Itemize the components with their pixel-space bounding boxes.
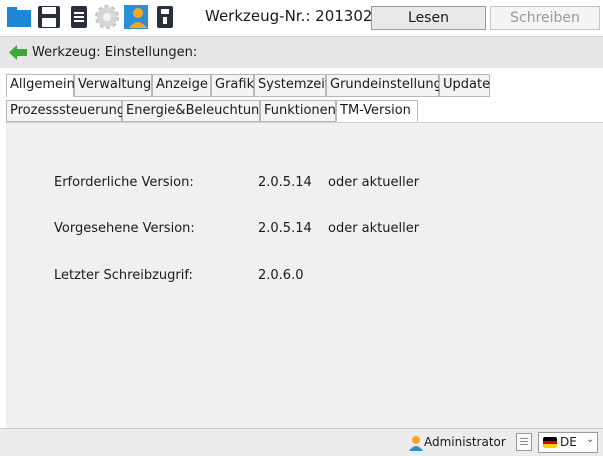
usb-drive-icon[interactable] [152, 4, 178, 30]
planned-version-suffix: oder aktueller [328, 221, 420, 236]
document-icon[interactable] [516, 433, 532, 451]
chevron-down-icon: ⌄ [586, 434, 595, 445]
version-panel: Erforderliche Version: 2.0.5.14 oder akt… [6, 122, 603, 428]
write-button[interactable]: Schreiben [490, 6, 600, 30]
required-version-value: 2.0.5.14 [258, 175, 312, 190]
tab-prozesssteuerung[interactable]: Prozesssteuerung [6, 100, 125, 122]
secondary-tab-bar: Prozesssteuerung Energie&Beleuchtung Fun… [0, 100, 603, 122]
tab-funktionen[interactable]: Funktionen [260, 100, 336, 122]
tab-systemzeit[interactable]: Systemzeit [254, 74, 330, 97]
tab-update[interactable]: Update [439, 74, 490, 97]
tab-allgemein[interactable]: Allgemein [6, 74, 75, 97]
breadcrumb-text: Werkzeug: Einstellungen: [32, 45, 198, 60]
user-label[interactable]: Administrator [424, 435, 506, 449]
folder-icon[interactable] [6, 4, 32, 30]
status-bar: Administrator DE ⌄ [0, 428, 603, 456]
back-arrow-icon[interactable] [8, 44, 28, 65]
planned-version-label: Vorgesehene Version: [54, 221, 195, 236]
save-icon[interactable] [36, 4, 62, 30]
planned-version-value: 2.0.5.14 [258, 221, 312, 236]
german-flag-icon [543, 437, 557, 448]
tab-verwaltung[interactable]: Verwaltung [74, 74, 152, 97]
tab-anzeige[interactable]: Anzeige [152, 74, 211, 97]
language-value: DE [560, 435, 577, 449]
required-version-label: Erforderliche Version: [54, 175, 194, 190]
tab-energie-beleuchtung[interactable]: Energie&Beleuchtung [122, 100, 268, 122]
tab-tm-version[interactable]: TM-Version [336, 100, 418, 122]
language-select[interactable]: DE ⌄ [538, 432, 598, 453]
breadcrumb: Werkzeug: Einstellungen: [0, 36, 603, 68]
last-write-value: 2.0.6.0 [258, 268, 304, 283]
tab-grundeinstellung[interactable]: Grundeinstellung [326, 74, 442, 97]
user-icon[interactable] [123, 4, 149, 30]
page-title: Werkzeug-Nr.: 20130226 [205, 7, 392, 25]
required-version-suffix: oder aktueller [328, 175, 420, 190]
read-button[interactable]: Lesen [371, 6, 486, 30]
toolbar: Werkzeug-Nr.: 20130226 Lesen Schreiben [0, 0, 603, 36]
tab-grafik[interactable]: Grafik [211, 74, 254, 97]
primary-tab-bar: Allgemein Verwaltung Anzeige Grafik Syst… [0, 74, 603, 97]
last-write-label: Letzter Schreibzugrif: [54, 268, 193, 283]
print-icon[interactable] [66, 4, 92, 30]
user-icon [407, 435, 423, 455]
settings-icon[interactable] [94, 4, 120, 30]
